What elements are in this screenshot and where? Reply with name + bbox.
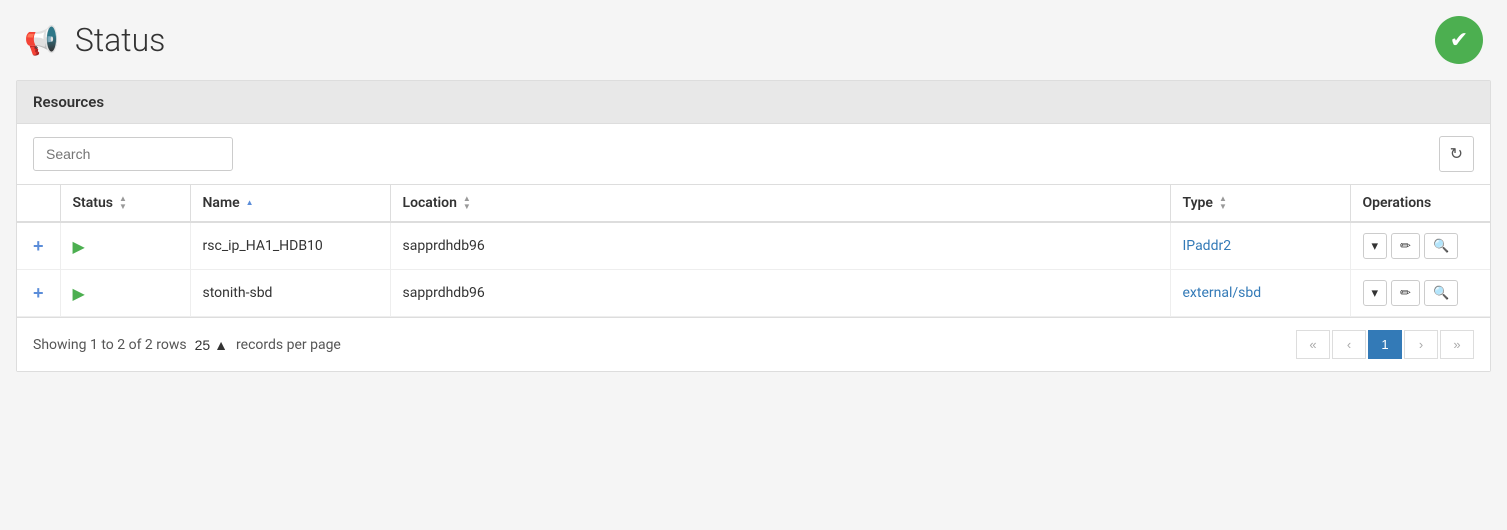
- row1-add-button[interactable]: +: [29, 236, 48, 257]
- sort-icons-status: ▲ ▼: [119, 195, 127, 211]
- row2-status-cell: ▶: [60, 270, 190, 317]
- refresh-button[interactable]: ↻: [1439, 136, 1474, 172]
- page-title: Status: [75, 21, 166, 59]
- page-header: 📢 Status ✔: [0, 0, 1507, 80]
- status-ok-indicator: ✔: [1435, 16, 1483, 64]
- row1-name: rsc_ip_HA1_HDB10: [203, 238, 323, 254]
- resources-header: Resources: [17, 81, 1490, 124]
- pagination-prev-button[interactable]: ‹: [1332, 330, 1366, 359]
- sort-icons-name: ▲: [246, 199, 254, 207]
- row1-edit-button[interactable]: ✏: [1391, 233, 1420, 259]
- row2-add-cell: +: [17, 270, 60, 317]
- row2-search-button[interactable]: 🔍: [1424, 280, 1458, 306]
- row2-name-cell: stonith-sbd: [190, 270, 390, 317]
- row1-location-cell: sapprdhdb96: [390, 222, 1170, 270]
- row2-edit-button[interactable]: ✏: [1391, 280, 1420, 306]
- sort-icons-type: ▲ ▼: [1219, 195, 1227, 211]
- checkmark-icon: ✔: [1450, 28, 1468, 53]
- row2-dropdown-button[interactable]: ▾: [1363, 280, 1388, 306]
- th-type[interactable]: Type ▲ ▼: [1170, 185, 1350, 222]
- th-checkbox: [17, 185, 60, 222]
- row1-ops-group: ▾ ✏ 🔍: [1363, 233, 1479, 259]
- per-page-value: 25: [195, 337, 211, 353]
- row1-location: sapprdhdb96: [403, 238, 485, 254]
- pagination-next-button[interactable]: ›: [1404, 330, 1438, 359]
- table-row: + ▶ stonith-sbd sapprdhdb96 external/sbd…: [17, 270, 1490, 317]
- row1-dropdown-button[interactable]: ▾: [1363, 233, 1388, 259]
- per-page-label: records per page: [236, 337, 341, 353]
- row1-status-icon: ▶: [73, 237, 85, 256]
- th-status[interactable]: Status ▲ ▼: [60, 185, 190, 222]
- row1-ops-cell: ▾ ✏ 🔍: [1350, 222, 1490, 270]
- resources-table: Status ▲ ▼ Name ▲: [17, 185, 1490, 317]
- refresh-icon: ↻: [1450, 146, 1463, 163]
- row1-search-button[interactable]: 🔍: [1424, 233, 1458, 259]
- th-operations: Operations: [1350, 185, 1490, 222]
- row1-type-link[interactable]: IPaddr2: [1183, 238, 1232, 254]
- row2-add-button[interactable]: +: [29, 283, 48, 304]
- row1-add-cell: +: [17, 222, 60, 270]
- header-left: 📢 Status: [24, 21, 165, 59]
- row1-name-cell: rsc_ip_HA1_HDB10: [190, 222, 390, 270]
- row1-type-cell: IPaddr2: [1170, 222, 1350, 270]
- megaphone-icon: 📢: [24, 24, 59, 57]
- resources-panel: Resources ↻ Status ▲ ▼: [16, 80, 1491, 372]
- showing-text: Showing 1 to 2 of 2 rows: [33, 337, 187, 353]
- th-name[interactable]: Name ▲: [190, 185, 390, 222]
- row2-type-cell: external/sbd: [1170, 270, 1350, 317]
- sort-icons-location: ▲ ▼: [463, 195, 471, 211]
- pagination-last-button[interactable]: »: [1440, 330, 1474, 359]
- row1-status-cell: ▶: [60, 222, 190, 270]
- per-page-arrow: ▲: [214, 337, 228, 353]
- search-input[interactable]: [33, 137, 233, 171]
- per-page-selector[interactable]: 25 ▲: [195, 337, 228, 353]
- th-location[interactable]: Location ▲ ▼: [390, 185, 1170, 222]
- row2-type-link[interactable]: external/sbd: [1183, 285, 1262, 301]
- pagination: « ‹ 1 › »: [1296, 330, 1474, 359]
- resources-title: Resources: [33, 93, 104, 111]
- row2-ops-cell: ▾ ✏ 🔍: [1350, 270, 1490, 317]
- row2-name: stonith-sbd: [203, 285, 273, 301]
- row2-location-cell: sapprdhdb96: [390, 270, 1170, 317]
- table-footer: Showing 1 to 2 of 2 rows 25 ▲ records pe…: [17, 317, 1490, 371]
- table-row: + ▶ rsc_ip_HA1_HDB10 sapprdhdb96 IPaddr2…: [17, 222, 1490, 270]
- row2-location: sapprdhdb96: [403, 285, 485, 301]
- footer-left: Showing 1 to 2 of 2 rows 25 ▲ records pe…: [33, 337, 341, 353]
- table-header-row: Status ▲ ▼ Name ▲: [17, 185, 1490, 222]
- pagination-first-button[interactable]: «: [1296, 330, 1330, 359]
- row2-status-icon: ▶: [73, 284, 85, 303]
- row2-ops-group: ▾ ✏ 🔍: [1363, 280, 1479, 306]
- table-toolbar: ↻: [17, 124, 1490, 185]
- pagination-page-1-button[interactable]: 1: [1368, 330, 1402, 359]
